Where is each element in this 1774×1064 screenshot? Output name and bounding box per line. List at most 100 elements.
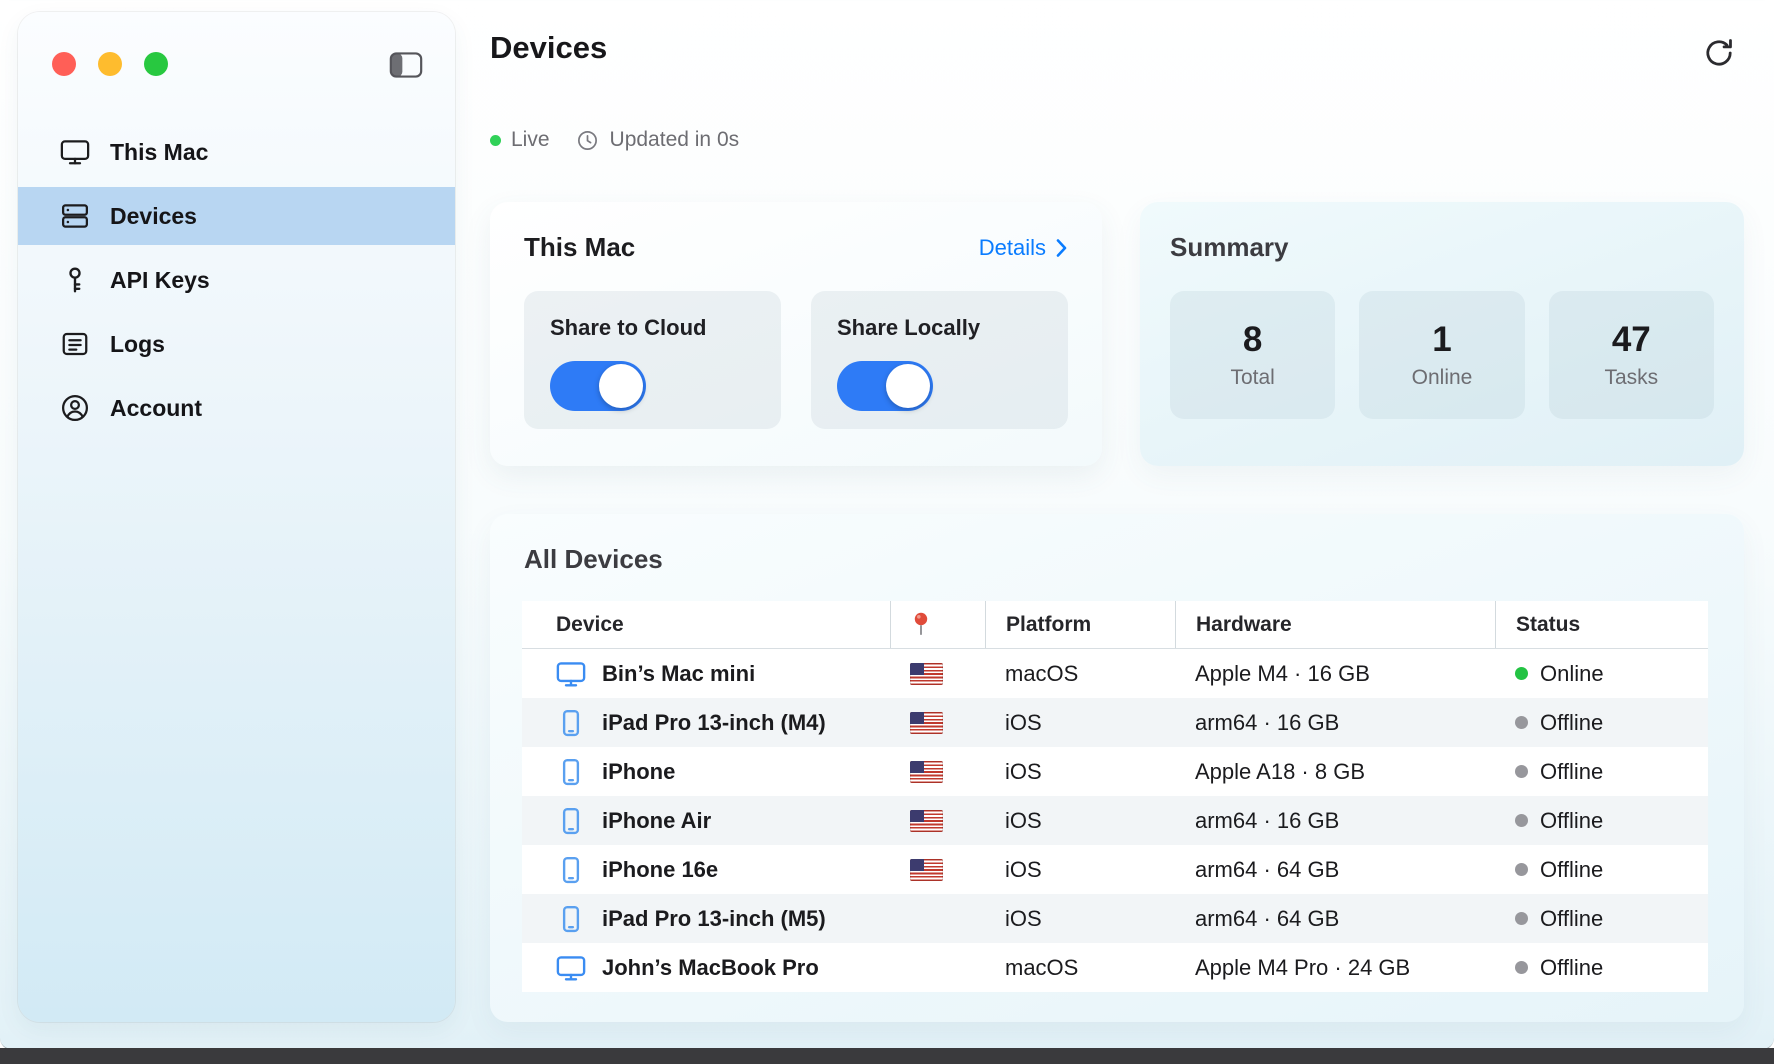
platform-cell: iOS (985, 894, 1175, 943)
updated-label: Updated in 0s (610, 128, 740, 152)
phone-icon (556, 757, 586, 787)
column-header-status: Status (1495, 601, 1708, 648)
table-row[interactable]: John’s MacBook Pro macOS Apple M4 Pro · … (522, 943, 1708, 992)
hardware-cell: arm64 · 64 GB (1175, 845, 1495, 894)
desktop-edge (0, 1048, 1774, 1064)
hardware-cell: arm64 · 16 GB (1175, 698, 1495, 747)
share-to-cloud-toggle[interactable] (550, 361, 646, 411)
all-devices-title: All Devices (490, 544, 1744, 575)
stat-total: 8 Total (1170, 291, 1335, 419)
status-label: Offline (1540, 857, 1603, 883)
platform-cell: iOS (985, 845, 1175, 894)
sidebar-item-label: This Mac (110, 139, 208, 166)
share-locally-toggle[interactable] (837, 361, 933, 411)
stat-online-value: 1 (1432, 320, 1451, 360)
status-bar: Live Updated in 0s (490, 128, 1774, 152)
device-name: iPhone 16e (602, 857, 718, 883)
display-icon (60, 137, 90, 167)
platform-cell: iOS (985, 747, 1175, 796)
hardware-cell: Apple M4 Pro · 24 GB (1175, 943, 1495, 992)
zoom-button[interactable] (144, 52, 168, 76)
tablet-icon (556, 708, 586, 738)
table-row[interactable]: iPad Pro 13-inch (M5) iOS arm64 · 64 GB … (522, 894, 1708, 943)
stat-tasks-label: Tasks (1604, 366, 1658, 390)
pin-icon (911, 611, 931, 639)
column-header-location (890, 601, 985, 648)
stat-tasks: 47 Tasks (1549, 291, 1714, 419)
sidebar-item-label: Account (110, 395, 202, 422)
status-cell: Offline (1495, 845, 1708, 894)
column-header-platform: Platform (985, 601, 1175, 648)
sidebar-nav: This Mac Devices API Keys (18, 120, 455, 440)
this-mac-card: This Mac Details Share to Cloud (490, 202, 1102, 466)
sidebar-item-account[interactable]: Account (18, 379, 455, 437)
status-cell: Offline (1495, 698, 1708, 747)
person-icon (60, 393, 90, 423)
sidebar-toggle-icon[interactable] (385, 48, 427, 82)
hardware-cell: arm64 · 16 GB (1175, 796, 1495, 845)
status-label: Online (1540, 661, 1604, 687)
us-flag-icon (910, 761, 943, 783)
traffic-lights (52, 52, 168, 76)
sidebar-item-label: Devices (110, 203, 197, 230)
table-body: Bin’s Mac mini macOS Apple M4 · 16 GB On… (522, 649, 1708, 992)
summary-card-title: Summary (1170, 232, 1289, 263)
sidebar-item-logs[interactable]: Logs (18, 315, 455, 373)
status-cell: Online (1495, 649, 1708, 698)
offline-dot (1515, 814, 1528, 827)
sidebar-item-api-keys[interactable]: API Keys (18, 251, 455, 309)
hardware-cell: arm64 · 64 GB (1175, 894, 1495, 943)
offline-dot (1515, 961, 1528, 974)
minimize-button[interactable] (98, 52, 122, 76)
device-name: John’s MacBook Pro (602, 955, 819, 981)
main-content: Devices Live Updated in 0s This Mac (490, 0, 1774, 1035)
close-button[interactable] (52, 52, 76, 76)
status-cell: Offline (1495, 894, 1708, 943)
refresh-button[interactable] (1690, 24, 1748, 82)
table-row[interactable]: iPhone 16e iOS arm64 · 64 GB Offline (522, 845, 1708, 894)
device-name: iPad Pro 13-inch (M5) (602, 906, 826, 932)
tablet-icon (556, 904, 586, 934)
share-to-cloud-label: Share to Cloud (550, 315, 755, 341)
table-row[interactable]: iPad Pro 13-inch (M4) iOS arm64 · 16 GB … (522, 698, 1708, 747)
sidebar-item-this-mac[interactable]: This Mac (18, 123, 455, 181)
device-name: Bin’s Mac mini (602, 661, 755, 687)
toggle-knob (599, 364, 643, 408)
status-cell: Offline (1495, 747, 1708, 796)
toggle-knob (886, 364, 930, 408)
stack-icon (60, 201, 90, 231)
platform-cell: iOS (985, 698, 1175, 747)
table-row[interactable]: Bin’s Mac mini macOS Apple M4 · 16 GB On… (522, 649, 1708, 698)
status-label: Offline (1540, 808, 1603, 834)
status-label: Offline (1540, 710, 1603, 736)
refresh-icon (1703, 37, 1735, 69)
display-icon (556, 953, 586, 983)
table-row[interactable]: iPhone Air iOS arm64 · 16 GB Offline (522, 796, 1708, 845)
details-link[interactable]: Details (979, 235, 1068, 261)
online-dot (1515, 667, 1528, 680)
sidebar-item-devices[interactable]: Devices (18, 187, 455, 245)
offline-dot (1515, 716, 1528, 729)
display-icon (556, 659, 586, 689)
live-label: Live (511, 128, 550, 152)
list-icon (60, 329, 90, 359)
this-mac-card-title: This Mac (524, 232, 635, 263)
status-cell: Offline (1495, 943, 1708, 992)
details-label: Details (979, 235, 1046, 261)
share-locally-label: Share Locally (837, 315, 1042, 341)
stat-online-label: Online (1412, 366, 1473, 390)
table-row[interactable]: iPhone iOS Apple A18 · 8 GB Offline (522, 747, 1708, 796)
us-flag-icon (910, 663, 943, 685)
column-header-hardware: Hardware (1175, 601, 1495, 648)
offline-dot (1515, 765, 1528, 778)
offline-dot (1515, 863, 1528, 876)
table-header: Device Platform Hardware Status (522, 601, 1708, 649)
device-name: iPhone Air (602, 808, 711, 834)
live-dot (490, 135, 501, 146)
us-flag-icon (910, 712, 943, 734)
share-to-cloud-panel: Share to Cloud (524, 291, 781, 429)
stat-online: 1 Online (1359, 291, 1524, 419)
platform-cell: iOS (985, 796, 1175, 845)
offline-dot (1515, 912, 1528, 925)
stat-total-label: Total (1230, 366, 1274, 390)
